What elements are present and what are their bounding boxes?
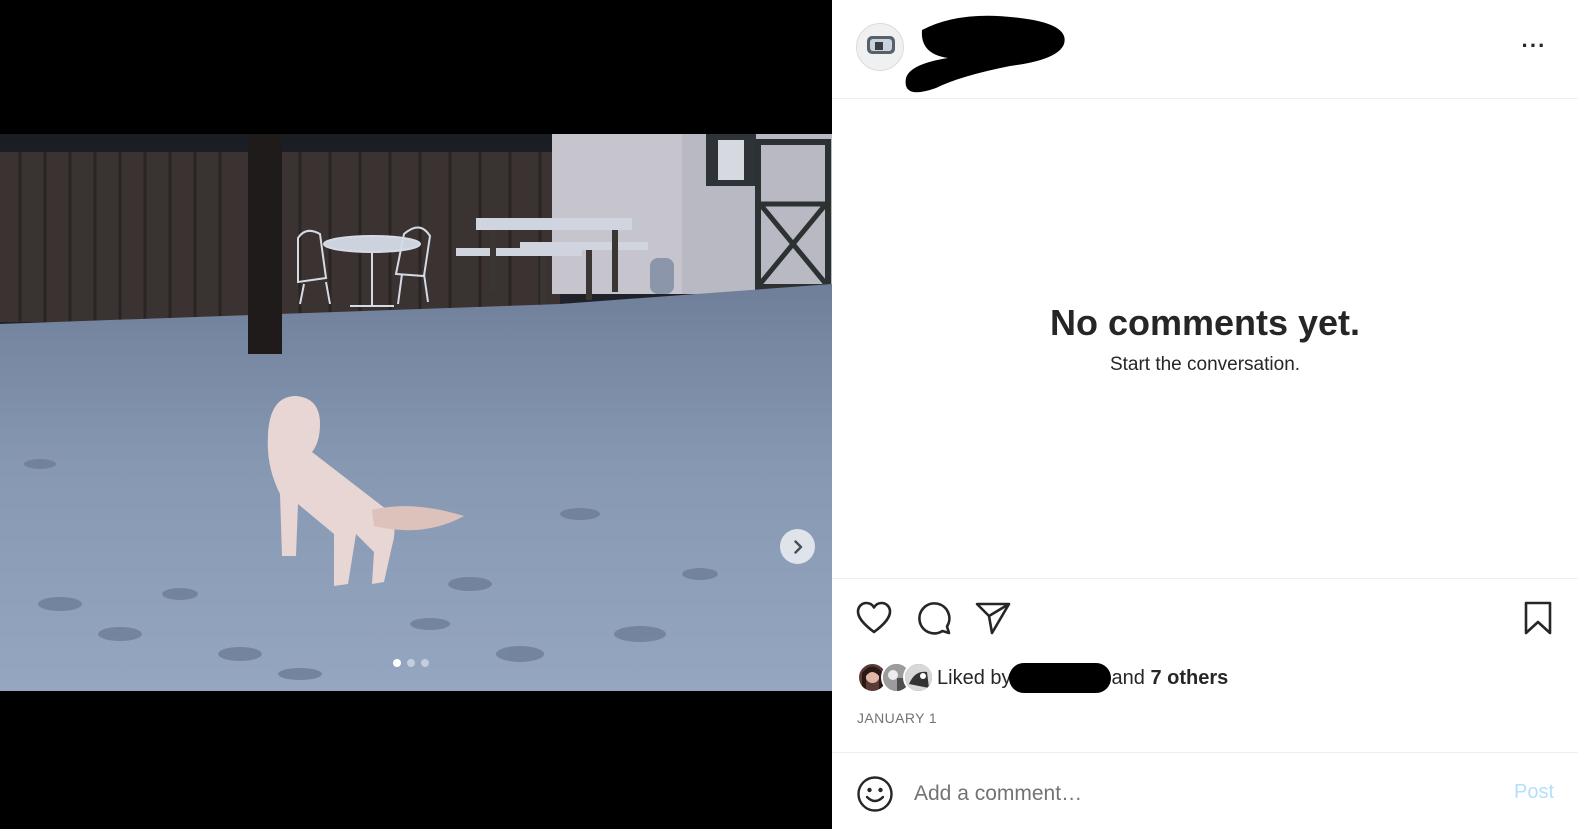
liker-avatars	[857, 660, 937, 696]
like-button[interactable]	[852, 596, 896, 640]
bookmark-icon	[1524, 601, 1552, 635]
paper-plane-icon	[975, 602, 1011, 635]
post-header: ···	[832, 0, 1578, 99]
share-button[interactable]	[971, 596, 1015, 640]
post-date[interactable]: JANUARY 1	[857, 710, 937, 726]
author-avatar[interactable]	[856, 23, 904, 71]
liked-by-conjunction: and	[1111, 666, 1145, 689]
redacted-username	[905, 15, 1065, 93]
emoji-picker-button[interactable]	[856, 775, 894, 813]
author-avatar-image	[857, 24, 903, 70]
comment-input[interactable]	[914, 777, 1474, 811]
carousel-indicator	[393, 659, 429, 667]
emoji-smiley-icon	[857, 776, 893, 812]
empty-comments-subtitle: Start the conversation.	[1109, 353, 1301, 375]
carousel-dot	[421, 659, 429, 667]
comment-bubble-icon	[918, 602, 951, 635]
carousel-dot-active	[393, 659, 401, 667]
more-options-button[interactable]: ···	[1519, 33, 1549, 63]
next-slide-button[interactable]	[780, 529, 815, 564]
redacted-liker-name	[1008, 663, 1111, 693]
post-actions	[832, 596, 1578, 640]
post-photo[interactable]	[0, 134, 832, 691]
carousel-dot	[407, 659, 415, 667]
post-details-panel: ··· No comments yet. Start the conversat…	[832, 0, 1578, 829]
comment-button[interactable]	[912, 596, 956, 640]
comments-empty-state: No comments yet. Start the conversation.	[832, 99, 1578, 579]
post-comment-button[interactable]: Post	[1514, 781, 1554, 804]
liked-by-others-link[interactable]: 7 others	[1150, 667, 1228, 690]
save-button[interactable]	[1516, 596, 1560, 640]
liked-by-prefix: Liked by	[937, 666, 1012, 689]
empty-comments-title: No comments yet.	[1049, 301, 1361, 343]
add-comment-bar: Post	[832, 752, 1578, 829]
heart-icon	[856, 601, 892, 634]
dog-in-snow-image	[0, 134, 832, 691]
chevron-right-icon	[793, 539, 802, 554]
post-media-panel	[0, 0, 832, 829]
liker-avatar[interactable]	[903, 662, 934, 693]
likes-summary: Liked by and 7 others	[857, 660, 1228, 696]
